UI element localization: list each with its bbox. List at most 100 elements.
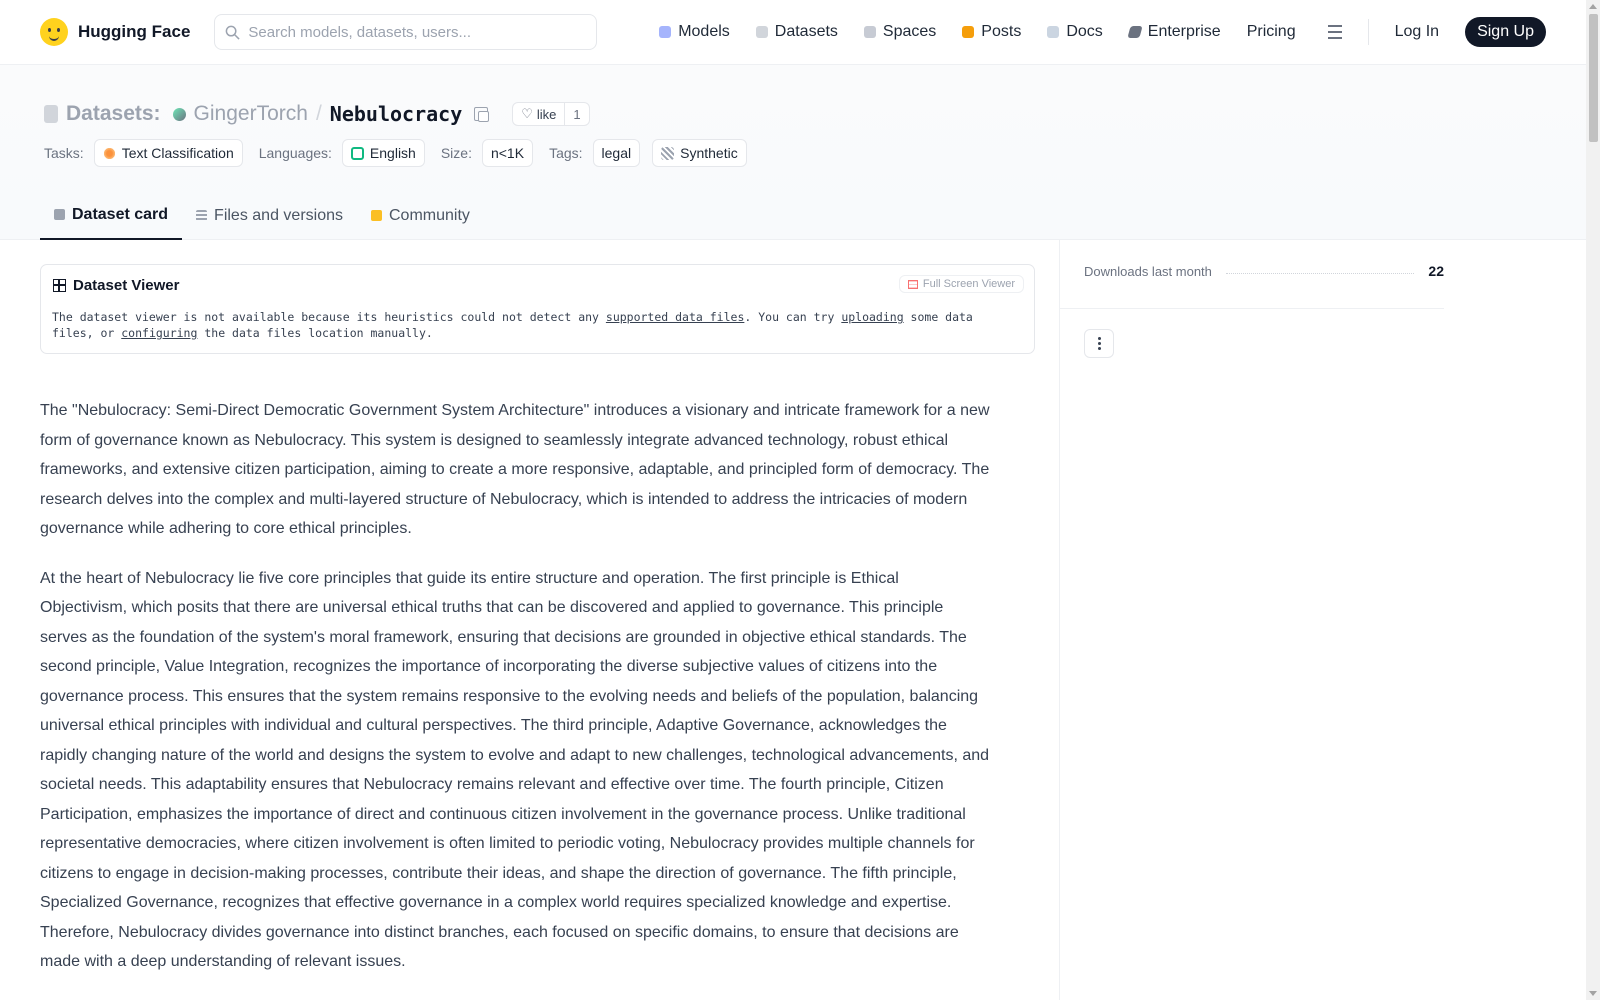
dataset-card-content: The "Nebulocracy: Semi-Direct Democratic… [40, 396, 990, 997]
full-screen-icon [907, 279, 918, 289]
nav-datasets[interactable]: Datasets [755, 23, 838, 41]
repo-title: Datasets: GingerTorch / Nebulocracy ♡ lik… [44, 102, 590, 126]
viewer-message: The dataset viewer is not available beca… [52, 309, 1012, 341]
docs-icon [1047, 26, 1060, 38]
heart-icon: ♡ [521, 106, 533, 121]
brand-link[interactable]: Hugging Face [40, 18, 190, 46]
like-count: 1 [573, 106, 581, 122]
tab-dataset-card[interactable]: Dataset card [40, 191, 183, 240]
dataset-card-icon [54, 209, 65, 220]
tag-chip-synthetic[interactable]: Synthetic [652, 139, 747, 167]
repo-header: Datasets: GingerTorch / Nebulocracy ♡ lik… [0, 65, 1586, 240]
section-label[interactable]: Datasets: [66, 102, 161, 126]
viewer-message-part: the data files location manually. [197, 326, 433, 340]
task-chip[interactable]: Text Classification [93, 139, 243, 167]
dotted-leader [1225, 272, 1415, 274]
tag-synthetic-label: Synthetic [680, 145, 738, 161]
sidebar-separator [1060, 308, 1444, 309]
language-label: English [369, 145, 416, 161]
repo-name[interactable]: Nebulocracy [330, 102, 462, 126]
paragraph: The "Nebulocracy: Semi-Direct Democratic… [40, 402, 990, 537]
nav-docs-label: Docs [1066, 23, 1103, 40]
configuring-link[interactable]: configuring [121, 326, 197, 340]
nav-spaces-label: Spaces [882, 23, 937, 40]
login-link[interactable]: Log In [1395, 23, 1439, 41]
tab-community-label: Community [389, 206, 470, 224]
signup-button[interactable]: Sign Up [1465, 17, 1546, 47]
tab-dataset-card-label: Dataset card [72, 205, 169, 223]
datasets-icon [755, 26, 768, 38]
downloads-label: Downloads last month [1084, 263, 1212, 279]
scroll-up-icon[interactable] [1589, 4, 1597, 9]
scroll-thumb[interactable] [1589, 14, 1598, 142]
downloads-value: 22 [1428, 263, 1444, 279]
brand-name: Hugging Face [78, 22, 191, 41]
nav-links: Models Datasets Spaces Posts Docs Enterp… [659, 17, 1546, 47]
dataset-viewer-title: Dataset Viewer [53, 277, 179, 294]
top-navbar: Hugging Face Search models, datasets, us… [0, 0, 1586, 65]
owner-link[interactable]: GingerTorch [194, 102, 308, 126]
copy-icon[interactable] [474, 107, 490, 122]
enterprise-icon [1127, 26, 1143, 38]
dataset-icon [44, 105, 58, 123]
tab-community[interactable]: Community [357, 191, 484, 240]
nav-models[interactable]: Models [659, 23, 730, 41]
spaces-icon [863, 26, 876, 38]
more-options-icon[interactable] [1084, 329, 1114, 358]
dataset-viewer-title-text: Dataset Viewer [73, 277, 180, 294]
supported-data-files-link[interactable]: supported data files [606, 310, 744, 324]
downloads-stat: Downloads last month 22 [1084, 263, 1444, 279]
viewer-message-part: The dataset viewer is not available beca… [52, 310, 606, 324]
size-chip[interactable]: n<1K [481, 139, 534, 167]
tags-label: Tags: [549, 145, 583, 161]
nav-enterprise[interactable]: Enterprise [1127, 23, 1221, 41]
size-value: n<1K [490, 145, 525, 161]
repo-tabs: Dataset card Files and versions Communit… [40, 191, 484, 240]
task-label: Text Classification [121, 145, 234, 161]
nav-pricing[interactable]: Pricing [1247, 23, 1296, 41]
tag-chip-legal[interactable]: legal [592, 139, 641, 167]
like-button[interactable]: ♡ like 1 [512, 102, 590, 126]
nav-enterprise-label: Enterprise [1147, 23, 1221, 40]
search-icon [226, 25, 240, 40]
tag-legal-label: legal [601, 145, 632, 161]
files-icon [196, 210, 208, 221]
search-input[interactable]: Search models, datasets, users... [214, 14, 598, 50]
nav-posts[interactable]: Posts [962, 23, 1021, 41]
table-icon [53, 279, 66, 292]
size-label: Size: [440, 145, 472, 161]
tab-files-and-versions[interactable]: Files and versions [182, 191, 357, 240]
community-icon [371, 210, 382, 221]
nav-models-label: Models [678, 23, 730, 40]
full-screen-viewer-button[interactable]: Full Screen Viewer [898, 275, 1024, 293]
tasks-label: Tasks: [44, 145, 84, 161]
viewer-message-part: . You can try [744, 310, 842, 324]
path-separator: / [315, 102, 322, 125]
text-classification-icon [102, 146, 116, 160]
dataset-viewer: Dataset Viewer Full Screen Viewer The da… [40, 264, 1035, 354]
synthetic-icon [661, 146, 675, 160]
sidebar-divider [1059, 240, 1060, 1000]
full-screen-label: Full Screen Viewer [922, 278, 1015, 290]
language-chip[interactable]: English [341, 139, 425, 167]
hugging-face-logo-icon [40, 18, 68, 46]
models-icon [659, 26, 672, 38]
languages-label: Languages: [258, 145, 332, 161]
owner-avatar [172, 107, 186, 121]
tags-row: Tasks: Text Classification Languages: En… [44, 139, 755, 167]
nav-spaces[interactable]: Spaces [863, 23, 937, 41]
nav-posts-label: Posts [981, 23, 1022, 40]
nav-datasets-label: Datasets [774, 23, 838, 40]
login-label: Log In [1394, 23, 1440, 40]
nav-pricing-label: Pricing [1246, 23, 1296, 40]
like-label: like [536, 106, 557, 122]
nav-docs[interactable]: Docs [1047, 23, 1103, 41]
globe-icon [350, 146, 364, 160]
posts-icon [962, 26, 975, 38]
paragraph: At the heart of Nebulocracy lie five cor… [40, 569, 990, 971]
scroll-down-icon[interactable] [1589, 991, 1597, 996]
scrollbar[interactable] [1586, 0, 1600, 1000]
uploading-link[interactable]: uploading [841, 310, 903, 324]
more-menu-icon[interactable] [1322, 25, 1342, 39]
search-placeholder: Search models, datasets, users... [248, 23, 472, 41]
